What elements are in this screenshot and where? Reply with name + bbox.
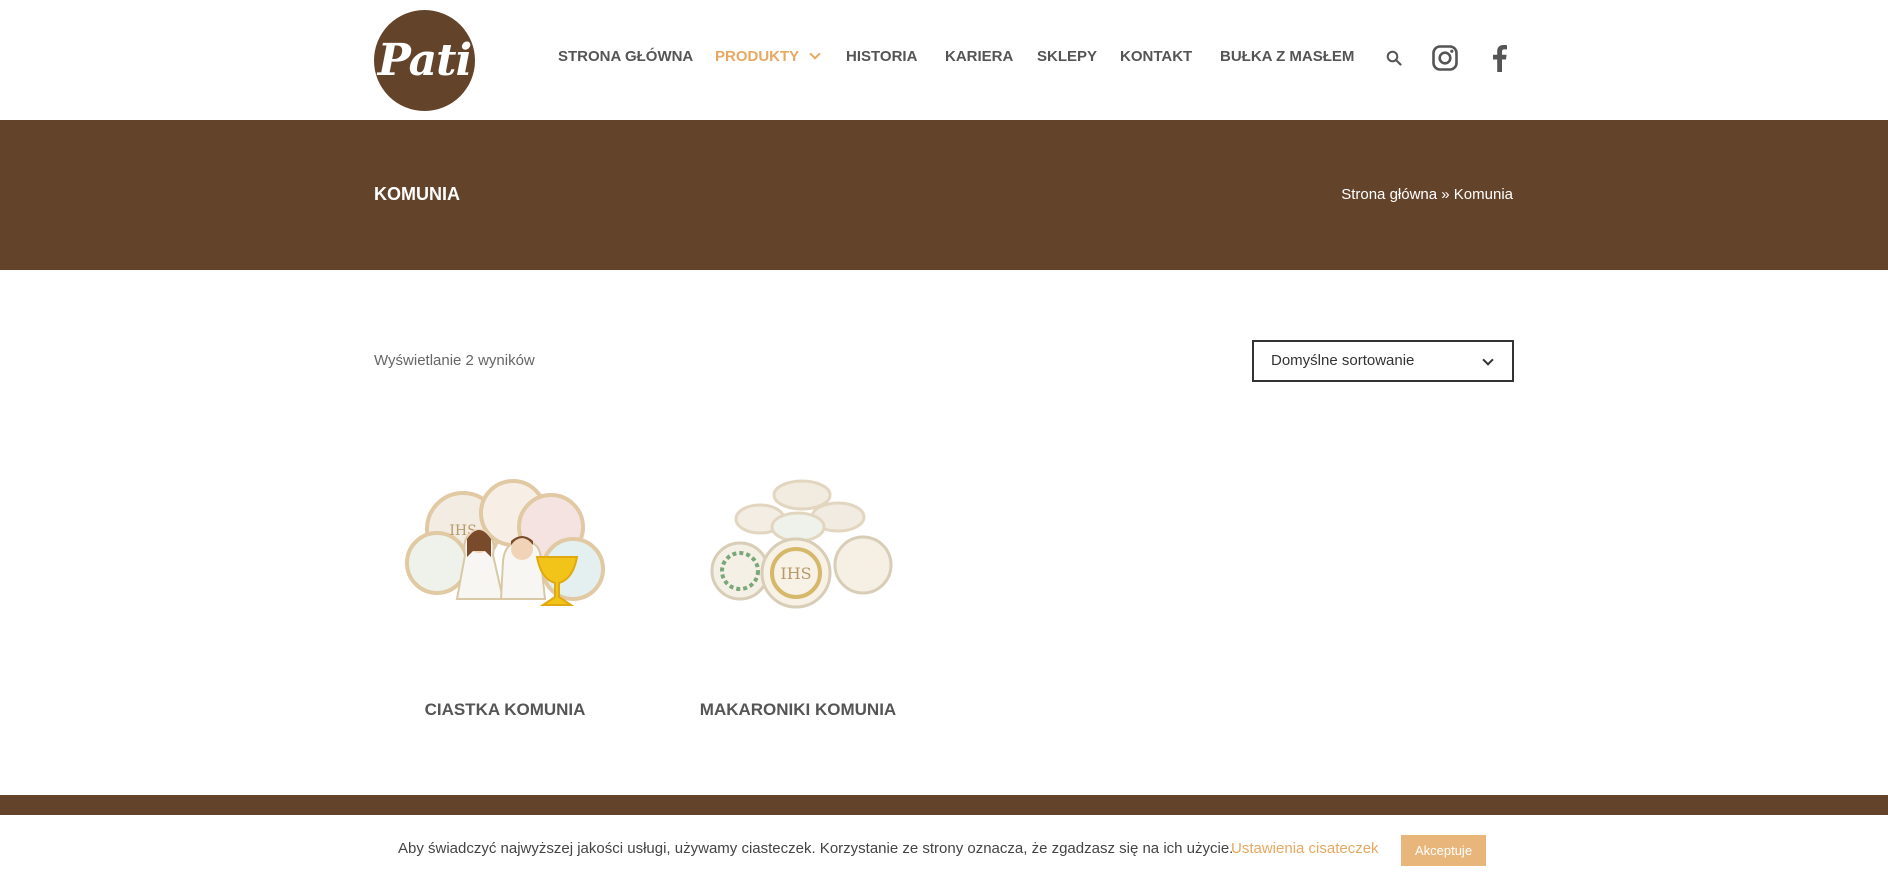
cookie-settings-link[interactable]: Ustawienia cisateczek [1231,840,1379,857]
product-card[interactable]: IHS CIASTKA KOMUNIA [370,445,640,720]
nav-item-career[interactable]: KARIERA [945,48,1013,65]
site-header: Pati STRONA GŁÓWNA PRODUKTY HISTORIA KAR… [0,0,1888,120]
cookie-notice: Aby świadczyć najwyższej jakości usługi,… [0,815,1888,883]
footer-bar [0,795,1888,815]
svg-text:IHS: IHS [780,564,811,583]
product-name[interactable]: CIASTKA KOMUNIA [370,700,640,720]
breadcrumb-separator: » [1441,186,1450,203]
breadcrumb-home-link[interactable]: Strona główna [1341,186,1437,203]
page-banner: KOMUNIA Strona główna » Komunia [0,120,1888,270]
nav-item-home[interactable]: STRONA GŁÓWNA [558,48,693,65]
nav-item-products[interactable]: PRODUKTY [715,48,821,65]
product-card[interactable]: IHS MAKARONIKI KOMUNIA [663,445,933,720]
nav-item-shops[interactable]: SKLEPY [1037,48,1097,65]
instagram-icon[interactable] [1432,45,1458,71]
breadcrumb-current: Komunia [1453,186,1513,203]
logo-text: Pati [377,35,472,86]
logo[interactable]: Pati [374,10,475,111]
product-image-macarons[interactable]: IHS [678,445,918,640]
nav-item-history[interactable]: HISTORIA [846,48,917,65]
nav-item-bulka[interactable]: BUŁKA Z MASŁEM [1220,48,1354,65]
results-count: Wyświetlanie 2 wyników [374,352,535,369]
sort-select[interactable]: Domyślne sortowanie [1252,340,1514,382]
product-name[interactable]: MAKARONIKI KOMUNIA [663,700,933,720]
facebook-icon[interactable] [1490,44,1508,72]
chevron-down-icon [1482,354,1494,366]
cookie-accept-button[interactable]: Akceptuje [1401,835,1486,866]
product-image-cookies[interactable]: IHS [385,445,625,640]
sort-selected-value: Domyślne sortowanie [1271,352,1415,369]
breadcrumb: Strona główna » Komunia [1341,186,1513,203]
cookie-text: Aby świadczyć najwyższej jakości usługi,… [398,840,1234,857]
chevron-down-icon [809,48,821,60]
search-icon[interactable] [1386,50,1402,66]
nav-item-contact[interactable]: KONTAKT [1120,48,1192,65]
page-title: KOMUNIA [374,184,460,204]
